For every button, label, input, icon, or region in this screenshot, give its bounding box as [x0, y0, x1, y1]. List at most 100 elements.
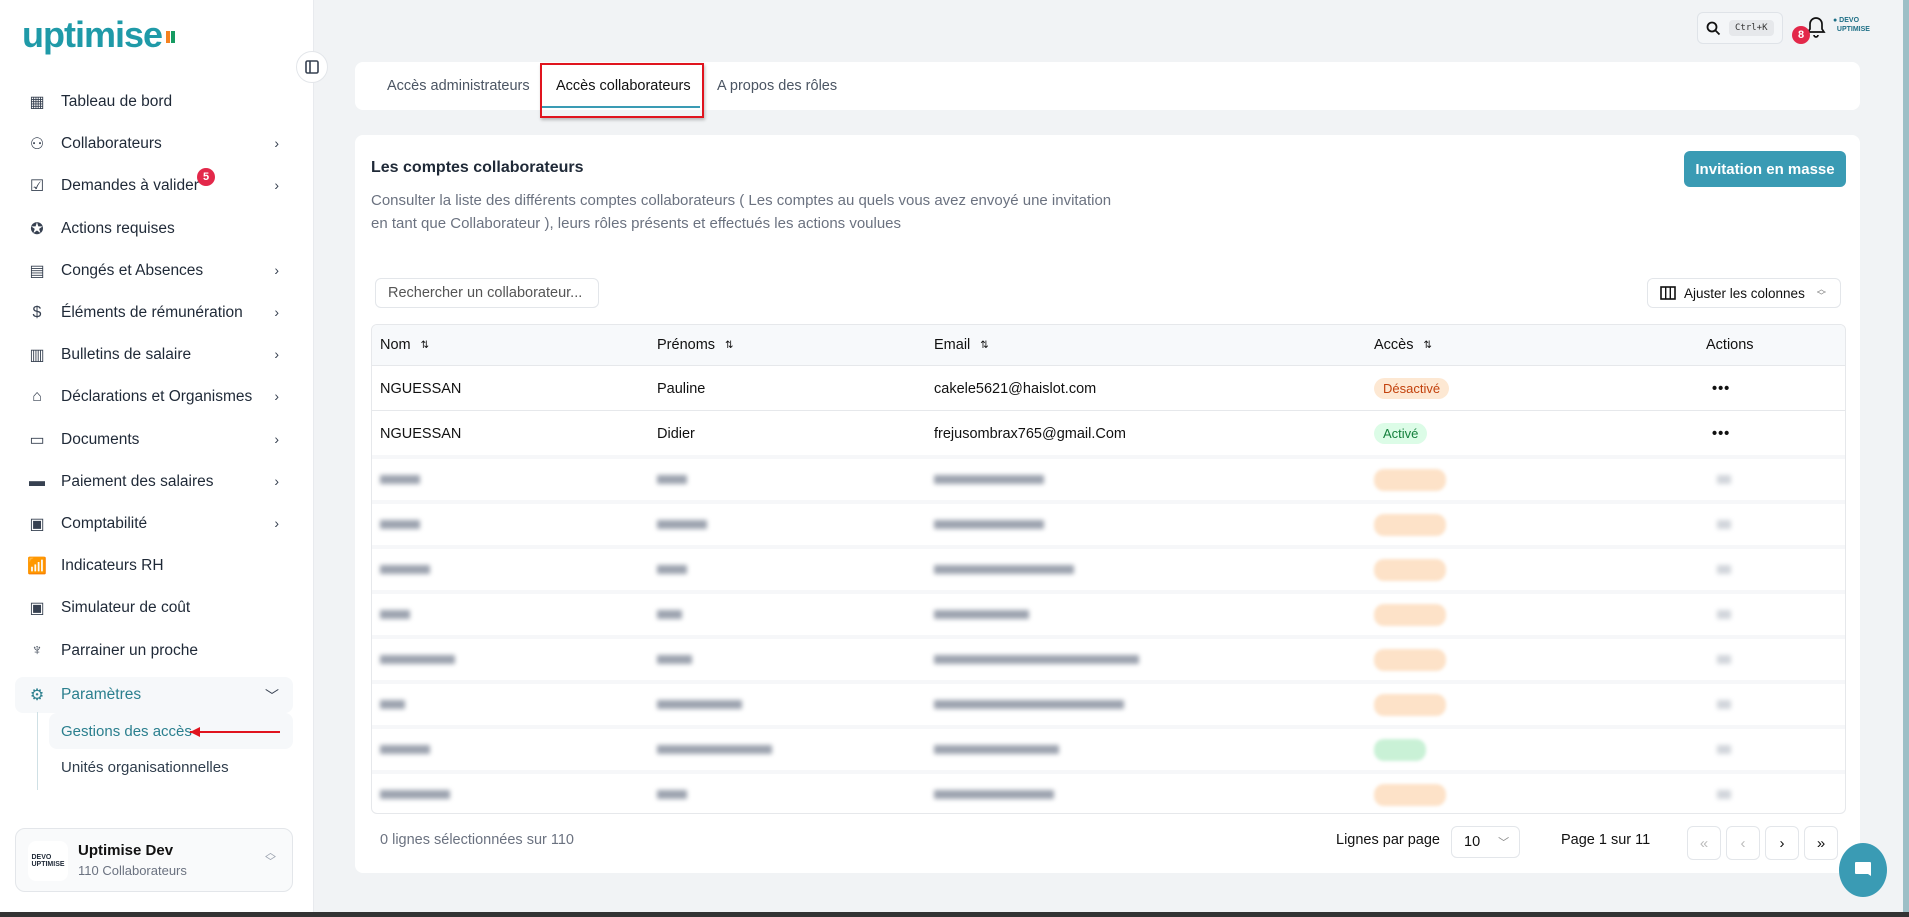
shortcut-hint: Ctrl+K — [1729, 20, 1774, 36]
table-row[interactable]: NGUESSAN Didier frejusombrax765@gmail.Co… — [372, 410, 1845, 455]
folder-icon: ▭ — [29, 431, 45, 449]
chevron-right-icon: › — [274, 135, 279, 152]
chat-icon — [1855, 862, 1871, 876]
chat-button[interactable] — [1839, 843, 1887, 897]
sidebar-item-label: Paramètres — [61, 685, 142, 703]
table-row-redacted[interactable] — [372, 455, 1845, 500]
chevron-right-icon: › — [274, 515, 279, 531]
sidebar-item-8[interactable]: ▭ Documents › — [15, 422, 293, 458]
cell-prenoms: Didier — [657, 425, 695, 442]
bulk-invite-button[interactable]: Invitation en masse — [1684, 151, 1846, 187]
logo[interactable]: uptimise — [22, 14, 176, 56]
table-row-redacted[interactable] — [372, 635, 1845, 680]
column-header-nom[interactable]: Nom ⇅ — [380, 325, 429, 365]
submenu-line — [37, 712, 38, 790]
sidebar-item-10[interactable]: ▣ Comptabilité › — [15, 506, 293, 542]
access-status-badge-redacted — [1374, 559, 1446, 581]
search-button[interactable]: Ctrl+K — [1697, 12, 1783, 44]
calendar-icon: ▤ — [29, 262, 45, 280]
sidebar-item-7[interactable]: ⌂ Déclarations et Organismes › — [15, 379, 293, 415]
next-page-button[interactable]: › — [1765, 826, 1799, 860]
medal-icon: ♆ — [31, 641, 43, 659]
sidebar-item-4[interactable]: ▤ Congés et Absences › — [15, 253, 293, 289]
row-actions-button[interactable] — [1717, 475, 1731, 484]
sidebar-item-label: Collaborateurs — [61, 135, 162, 153]
search-collaborator-input[interactable]: Rechercher un collaborateur... — [375, 278, 599, 308]
sidebar-item-label: Éléments de rémunération — [61, 304, 243, 321]
previous-page-button[interactable]: ‹ — [1726, 826, 1760, 860]
row-actions-button[interactable]: ••• — [1712, 366, 1730, 411]
row-actions-button[interactable] — [1717, 655, 1731, 664]
table-row[interactable]: NGUESSAN Pauline cakele5621@haislot.com … — [372, 365, 1845, 410]
row-actions-button[interactable] — [1717, 790, 1731, 799]
org-logo: DEVO UPTIMISE — [28, 841, 68, 881]
adjust-columns-button[interactable]: Ajuster les colonnes ︿ ﹀ — [1647, 278, 1841, 308]
adjust-columns-label: Ajuster les colonnes — [1684, 285, 1805, 301]
sidebar-item-12[interactable]: ▣ Simulateur de coût — [15, 590, 293, 626]
org-count: 110 Collaborateurs — [78, 863, 187, 878]
access-status-badge-redacted — [1374, 739, 1426, 761]
first-page-button[interactable]: « — [1687, 826, 1721, 860]
sidebar-item-label: Actions requises — [61, 219, 175, 237]
row-actions-button[interactable] — [1717, 610, 1731, 619]
sidebar-item-0[interactable]: ▦ Tableau de bord — [15, 84, 293, 120]
sidebar-item-5[interactable]: $ Éléments de rémunération › — [15, 295, 293, 331]
org-name: Uptimise Dev — [78, 842, 174, 859]
sidebar-item-label: Simulateur de coût — [61, 599, 191, 617]
row-actions-button[interactable] — [1717, 520, 1731, 529]
rows-per-page-select[interactable]: 10 ﹀ — [1451, 826, 1520, 858]
access-status-badge-redacted — [1374, 604, 1446, 626]
table-row-redacted[interactable] — [372, 725, 1845, 770]
table-row-redacted[interactable] — [372, 680, 1845, 725]
section-title: Les comptes collaborateurs — [371, 159, 584, 176]
tab-about-roles[interactable]: A propos des rôles — [717, 62, 837, 110]
sidebar-item-label: Bulletins de salaire — [61, 346, 192, 364]
badge-check-icon: ✪ — [30, 220, 44, 238]
organization-switcher[interactable]: DEVO UPTIMISE Uptimise Dev 110 Collaborat… — [15, 828, 293, 892]
chevron-right-icon: › — [274, 346, 279, 363]
sidebar-item-9[interactable]: ▬ Paiement des salaires › — [15, 464, 293, 500]
notifications-button[interactable]: 8 — [1792, 14, 1826, 44]
sidebar-item-label: Tableau de bord — [61, 93, 173, 110]
company-logo[interactable]: ● DEVO UPTIMISE — [1833, 16, 1870, 34]
column-header-acces[interactable]: Accès ⇅ — [1374, 325, 1432, 365]
column-header-email[interactable]: Email ⇅ — [934, 325, 989, 365]
row-actions-button[interactable] — [1717, 700, 1731, 709]
row-actions-button[interactable] — [1717, 565, 1731, 574]
sidebar-item-1[interactable]: ⚇ Collaborateurs › — [15, 126, 293, 162]
sidebar-item-14[interactable]: ⚙ Paramètres ﹀ — [15, 676, 293, 713]
cell-email: frejusombrax765@gmail.Com — [934, 425, 1127, 442]
sidebar-item-2[interactable]: ☑ Demandes à valider › 5 — [15, 168, 293, 204]
building-icon: ⌂ — [32, 388, 42, 406]
table-row-redacted[interactable] — [372, 770, 1845, 813]
users-icon: ⚇ — [29, 136, 45, 154]
table-row-redacted[interactable] — [372, 590, 1845, 635]
row-actions-button[interactable]: ••• — [1712, 411, 1730, 456]
gear-icon: ⚙ — [29, 686, 45, 704]
sidebar-item-label: Paiement des salaires — [61, 472, 214, 490]
last-page-button[interactable]: » — [1804, 826, 1838, 860]
access-status-badge-redacted — [1374, 784, 1446, 806]
sidebar-item-3[interactable]: ✪ Actions requises — [15, 211, 293, 247]
sidebar-item-13[interactable]: ♆ Parrainer un proche — [15, 633, 293, 669]
chevron-right-icon: › — [274, 472, 279, 489]
main-card: Les comptes collaborateurs Consulter la … — [355, 135, 1860, 873]
row-actions-button[interactable] — [1717, 745, 1731, 754]
table-row-redacted[interactable] — [372, 500, 1845, 545]
search-icon — [1706, 21, 1721, 35]
tab-admin-access[interactable]: Accès administrateurs — [387, 62, 530, 110]
collapse-sidebar-button[interactable] — [296, 51, 328, 83]
calculator-icon: ▣ — [29, 600, 45, 618]
annotation-arrow-head — [190, 727, 200, 737]
sidebar-item-6[interactable]: ▥ Bulletins de salaire › — [15, 337, 293, 373]
access-status-badge-redacted — [1374, 649, 1446, 671]
scrollbar[interactable] — [1903, 0, 1909, 912]
chevrons-up-down-icon: ︿ ﹀ — [265, 847, 276, 868]
chevron-right-icon: › — [274, 388, 279, 405]
dashboard-icon: ▦ — [29, 94, 45, 111]
table-row-redacted[interactable] — [372, 545, 1845, 590]
sidebar-item-11[interactable]: 📶 Indicateurs RH — [15, 548, 293, 584]
column-header-prenoms[interactable]: Prénoms ⇅ — [657, 325, 733, 365]
collaborators-table: Nom ⇅ Prénoms ⇅ Email ⇅ Accès ⇅ Actions NGUE… — [371, 324, 1846, 814]
sidebar-subitem-1[interactable]: Unités organisationnelles — [49, 749, 293, 785]
